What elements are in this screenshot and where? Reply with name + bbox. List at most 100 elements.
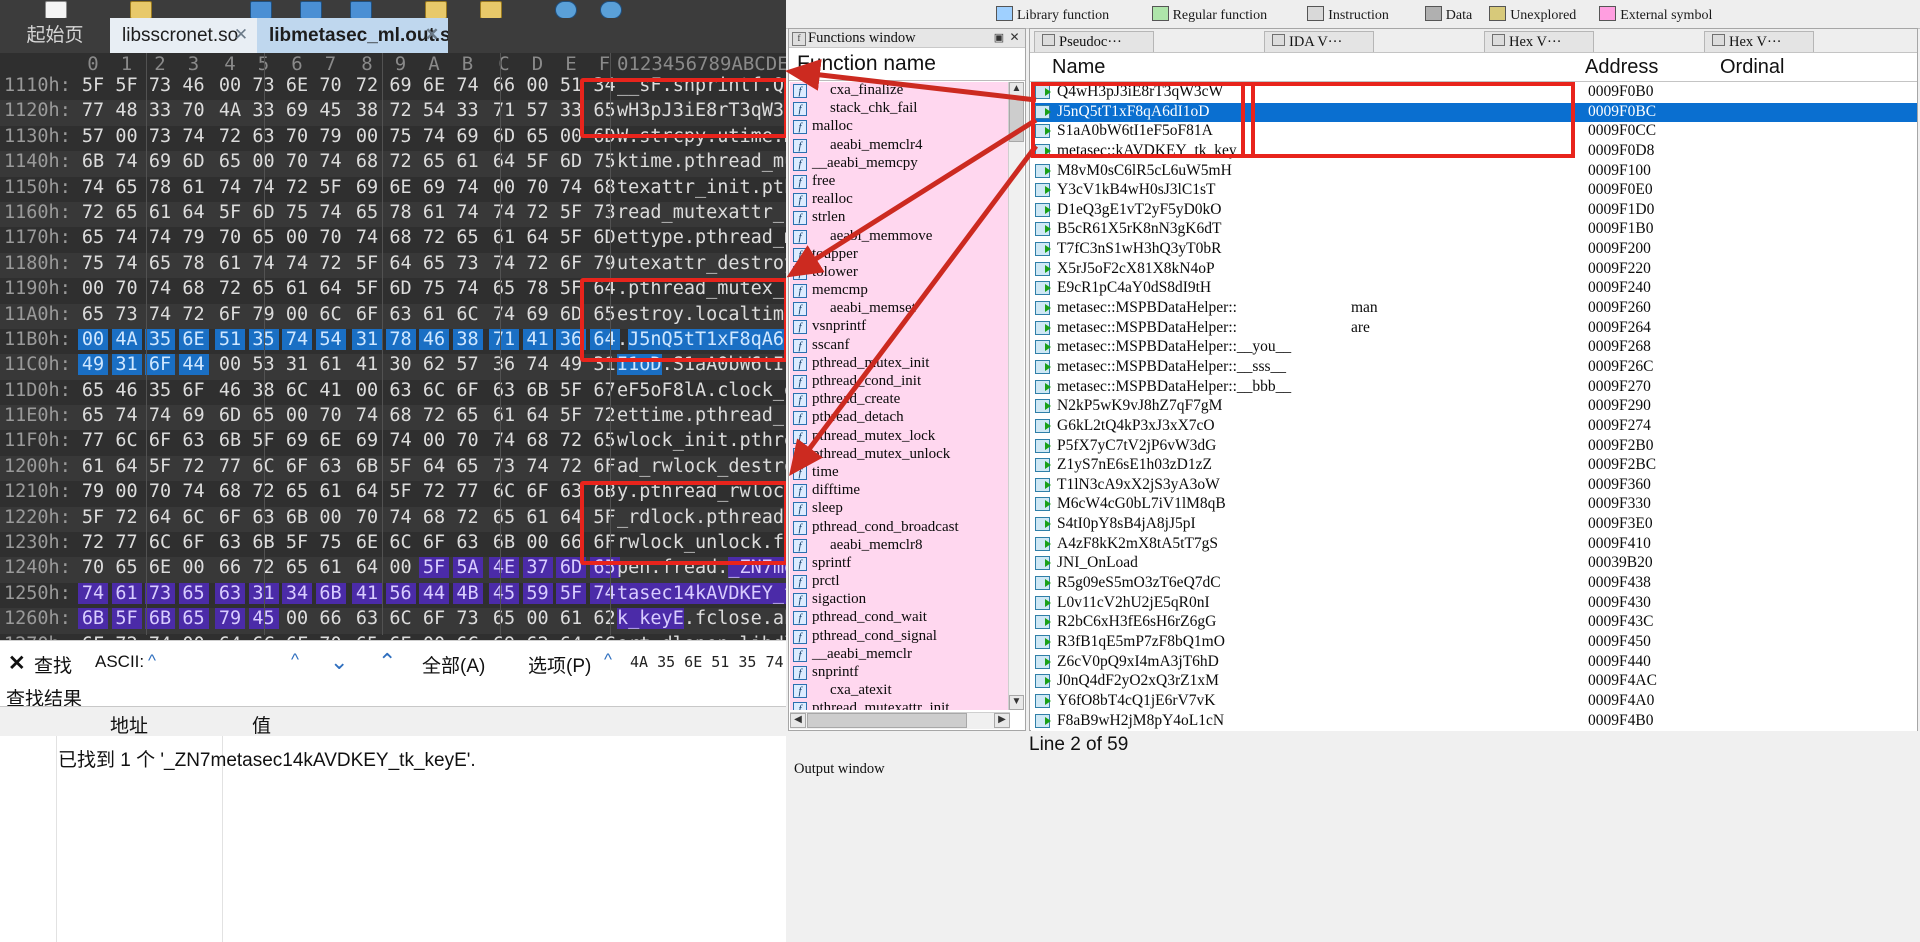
hex-byte[interactable]: 72 [523,202,553,223]
hex-byte[interactable]: 75 [78,253,108,274]
hex-byte[interactable]: 44 [419,582,449,604]
undo-icon[interactable] [555,1,577,19]
tab-libmetasec[interactable]: libmetasec_ml.out.so ✕ [257,18,462,53]
hex-row[interactable]: 1140h:6B74696D6500707468726561645F6D75kt… [0,151,786,177]
hex-ascii[interactable]: texattr_init.pth [617,177,786,198]
hex-byte[interactable]: 6E [145,557,175,578]
hex-ascii[interactable]: _rdlock.pthread_ [617,507,786,528]
hex-byte[interactable]: 74 [78,177,108,198]
hex-byte[interactable]: 6E [316,430,346,451]
functions-hscrollbar[interactable]: ◀ ▶ [790,712,1010,729]
hex-byte[interactable]: 77 [78,430,108,451]
names-row[interactable]: R3fB1qE5mP7zF8bQ1mO 0009F450 [1031,633,1917,653]
hex-byte[interactable]: 6D [556,304,586,325]
hex-byte[interactable]: 61 [556,608,586,629]
function-list-item[interactable]: f stack_chk_fail [790,100,1012,118]
hex-byte[interactable]: 77 [453,481,483,502]
function-list-item[interactable]: f pthread_cond_signal [790,628,1012,646]
function-list-item[interactable]: f aeabi_memclr8 [790,537,1012,555]
scroll-left-icon[interactable]: ◀ [790,713,806,728]
hex-byte[interactable]: 70 [316,75,346,96]
hex-byte[interactable]: 5F [419,557,449,579]
names-row[interactable]: A4zF8kK2mX8tA5tT7gS 0009F410 [1031,535,1917,555]
hex-byte[interactable]: 41 [352,354,382,375]
hex-byte[interactable]: 63 [316,456,346,477]
hex-byte[interactable]: 00 [282,304,312,325]
hex-byte[interactable]: 72 [78,532,108,553]
hex-byte[interactable]: 64 [523,227,553,248]
names-row[interactable]: J0nQ4dF2yO2xQ3rZ1xM 0009F4AC [1031,672,1917,692]
hex-byte[interactable]: 79 [78,481,108,502]
names-row[interactable]: T1lN3cA9xX2jS3yA3oW 0009F360 [1031,476,1917,496]
hex-byte[interactable]: 75 [316,532,346,553]
hex-byte[interactable]: 74 [282,253,312,274]
hex-byte[interactable]: 64 [179,202,209,223]
hex-byte[interactable]: 30 [386,354,416,375]
hex-byte[interactable]: 6F [419,608,449,629]
tab-start-page[interactable]: 起始页 [0,18,110,53]
hex-byte[interactable]: 61 [145,202,175,223]
hex-byte[interactable]: 64 [589,328,620,350]
hex-byte[interactable]: 37 [522,557,553,579]
find-mode-label[interactable]: ASCII: [95,652,144,672]
hex-byte[interactable]: 78 [385,328,416,350]
names-window-tab[interactable]: Hex V··· [1484,31,1594,52]
names-window-tab[interactable]: Pseudoc··· [1034,31,1154,52]
hex-byte[interactable]: 63 [179,430,209,451]
hex-byte[interactable]: 77 [78,100,108,121]
hex-byte[interactable]: 6D [386,278,416,299]
function-list-item[interactable]: f pthread_cond_init [790,373,1012,391]
hex-byte[interactable]: 57 [523,100,553,121]
function-list-item[interactable]: f malloc [790,118,1012,136]
names-column-header[interactable]: Name Address Ordinal [1030,54,1917,82]
names-row[interactable]: D1eQ3gE1vT2yF5yD0kO 0009F1D0 [1031,201,1917,221]
save-as-icon[interactable] [300,1,322,19]
find-options-button[interactable]: 选项(P) [528,651,591,678]
hex-byte[interactable]: 74 [145,227,175,248]
hex-row[interactable]: 1110h:5F5F734600736E7072696E7466005134__… [0,75,786,100]
hex-byte[interactable]: 48 [112,100,142,121]
hex-byte[interactable]: 6B [215,430,245,451]
hex-byte[interactable]: 73 [590,202,620,223]
hex-ascii[interactable]: .J5nQ5tT1xF8qA6d [617,328,786,350]
hex-byte[interactable]: 61 [419,304,449,325]
hex-byte[interactable]: 64 [352,557,382,578]
hex-byte[interactable]: 73 [145,582,175,604]
hex-byte[interactable]: 6F [179,380,209,401]
hex-byte[interactable]: 65 [78,380,108,401]
hex-row[interactable]: 11B0h:004A356E513574543178463871413664.J… [0,328,786,354]
hex-byte[interactable]: 69 [523,304,553,325]
hex-byte[interactable]: 72 [590,405,620,426]
hex-byte[interactable]: 72 [215,126,245,147]
hex-byte[interactable]: 70 [215,227,245,248]
hex-byte[interactable]: 65 [489,507,519,528]
hex-byte[interactable]: 65 [523,126,553,147]
hex-byte[interactable]: 33 [453,100,483,121]
hex-byte[interactable]: 57 [78,126,108,147]
names-row[interactable]: J5nQ5tT1xF8qA6dI1oD 0009F0BC [1031,102,1917,123]
hex-byte[interactable]: 6F [590,456,620,477]
hex-byte[interactable]: 31 [111,354,142,376]
hex-byte[interactable]: 74 [523,354,553,375]
hex-byte[interactable]: 63 [215,582,245,604]
hex-byte[interactable]: 59 [522,582,553,604]
redo-icon[interactable] [600,1,622,19]
function-list-item[interactable]: f __aeabi_memcpy [790,155,1012,173]
hex-ascii[interactable]: ad_rwlock_destro [617,456,786,477]
hex-byte[interactable]: 5F [111,608,142,630]
window-menu-icon[interactable]: f [792,32,806,46]
hex-byte[interactable]: 71 [489,328,519,350]
hex-byte[interactable]: 38 [452,328,483,350]
hex-ascii[interactable]: wlock_init.pthre [617,430,786,451]
hex-byte[interactable]: 41 [522,328,553,350]
names-row[interactable]: metasec::MSPBDataHelper::__bbb__ 0009F270 [1031,378,1917,398]
hex-byte[interactable]: 74 [282,328,312,350]
function-list-item[interactable]: f sscanf [790,337,1012,355]
hex-byte[interactable]: 74 [453,75,483,96]
function-list-item[interactable]: f memcmp [790,282,1012,300]
function-list-item[interactable]: f cxa_atexit [790,682,1012,700]
hex-byte[interactable]: 6F [215,304,245,325]
hex-byte[interactable]: 6D [179,151,209,172]
hex-byte[interactable]: 6F [590,532,620,553]
function-list-item[interactable]: f prctl [790,573,1012,591]
